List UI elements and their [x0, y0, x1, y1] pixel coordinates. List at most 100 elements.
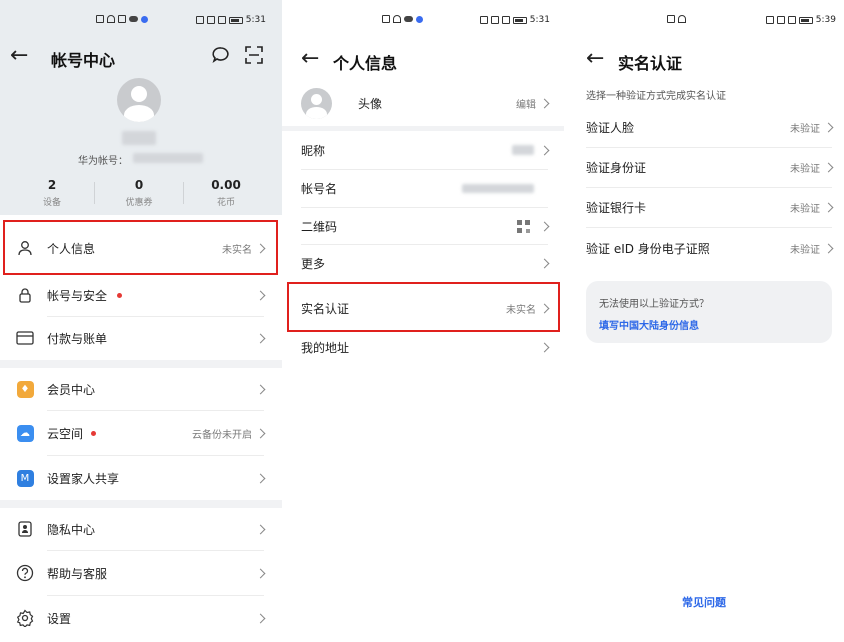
menu-label: 设置: [47, 611, 72, 626]
method-idcard[interactable]: 验证身份证 未验证: [564, 148, 844, 187]
menu-label: 帮助与客服: [47, 566, 108, 581]
method-status: 未验证: [790, 204, 820, 215]
account-label: 华为帐号：: [78, 156, 128, 167]
nickname-blurred: [512, 145, 534, 155]
stat-coupons[interactable]: 0 优惠券: [106, 178, 172, 208]
method-label: 验证人脸: [586, 121, 635, 135]
lock-icon: [16, 286, 34, 304]
menu-label: 设置家人共享: [47, 471, 120, 486]
menu-label: 会员中心: [47, 382, 96, 397]
status-bar: 5:31: [0, 0, 282, 40]
back-arrow-icon[interactable]: ←: [586, 48, 604, 70]
status-time: 5:31: [529, 15, 550, 25]
page-title: 帐号中心: [51, 51, 116, 70]
realname-verification-screen: 5:39 ← 实名认证 选择一种验证方式完成实名认证 验证人脸 未验证 验证身份…: [564, 0, 844, 642]
chevron-right-icon: [255, 613, 266, 623]
status-bar: 5:39: [564, 0, 844, 40]
faq-link[interactable]: 常见问题: [564, 594, 844, 610]
method-status: 未验证: [790, 244, 820, 256]
menu-label: 隐私中心: [47, 522, 96, 537]
menu-settings[interactable]: 设置: [0, 596, 282, 640]
vip-icon: ♦: [16, 380, 34, 398]
menu-privacy[interactable]: 隐私中心: [0, 508, 282, 550]
avatar[interactable]: [117, 78, 161, 122]
menu-family-sharing[interactable]: M 设置家人共享: [0, 456, 282, 500]
status-time: 5:39: [815, 15, 836, 25]
status-icons-right: 5:31: [479, 15, 550, 25]
status-icons-left: [96, 15, 148, 23]
account-id-blurred: [133, 153, 203, 163]
menu-label: 帐号与安全: [47, 288, 108, 303]
chevron-right-icon: [539, 145, 550, 155]
chevron-right-icon: [255, 333, 266, 343]
status-icons-right: 5:31: [195, 15, 266, 25]
menu-member-center[interactable]: ♦ 会员中心: [0, 368, 282, 410]
page-title: 实名认证: [618, 54, 683, 73]
status-icons-left: [382, 15, 423, 23]
qrcode-icon: [517, 219, 530, 233]
row-avatar[interactable]: 头像 编辑: [282, 82, 564, 124]
row-value: 编辑: [516, 99, 536, 111]
scan-icon[interactable]: [245, 46, 263, 64]
chevron-right-icon: [539, 98, 550, 108]
row-label: 昵称: [301, 143, 326, 158]
menu-account-security[interactable]: 帐号与安全: [0, 273, 282, 317]
row-account-name[interactable]: 帐号名: [282, 170, 564, 207]
chevron-right-icon: [539, 258, 550, 269]
chevron-right-icon: [255, 384, 266, 394]
page-title: 个人信息: [333, 54, 398, 73]
chevron-right-icon: [823, 122, 834, 133]
back-arrow-icon[interactable]: ←: [301, 48, 319, 70]
row-address[interactable]: 我的地址: [282, 330, 564, 364]
menu-value: 云备份未开启: [192, 429, 252, 441]
row-label: 更多: [301, 257, 326, 271]
highlight-box: [3, 220, 278, 275]
chevron-right-icon: [823, 202, 834, 213]
avatar: [301, 88, 332, 119]
fill-id-info-link[interactable]: 填写中国大陆身份信息: [599, 317, 699, 332]
alternative-question: 无法使用以上验证方式？: [599, 299, 709, 310]
status-icons-right: 5:39: [765, 15, 836, 25]
menu-payment[interactable]: 付款与账单: [0, 317, 282, 359]
chevron-right-icon: [823, 162, 834, 173]
highlight-box: [287, 282, 560, 332]
method-label: 验证 eID 身份电子证照: [586, 241, 710, 256]
help-icon: [16, 564, 34, 582]
notification-dot: [117, 292, 122, 298]
chevron-right-icon: [823, 243, 834, 253]
method-eid[interactable]: 验证 eID 身份电子证照 未验证: [564, 228, 844, 268]
card-icon: [16, 329, 34, 347]
status-time: 5:31: [245, 15, 266, 25]
method-label: 验证银行卡: [586, 201, 647, 215]
account-name-blurred: [462, 184, 534, 193]
row-nickname[interactable]: 昵称: [282, 131, 564, 169]
method-face[interactable]: 验证人脸 未验证: [564, 108, 844, 147]
settings-icon: [16, 609, 34, 627]
row-label: 我的地址: [301, 340, 350, 355]
menu-label: 付款与账单: [47, 331, 108, 346]
chevron-right-icon: [255, 428, 266, 438]
method-status: 未验证: [790, 164, 820, 175]
menu-help[interactable]: 帮助与客服: [0, 551, 282, 595]
username-blurred: [122, 131, 156, 145]
method-bankcard[interactable]: 验证银行卡 未验证: [564, 188, 844, 227]
menu-cloud[interactable]: ☁ 云空间 云备份未开启: [0, 411, 282, 455]
row-qrcode[interactable]: 二维码: [282, 208, 564, 244]
back-arrow-icon[interactable]: ←: [10, 45, 28, 67]
chat-bubble-icon[interactable]: [212, 46, 230, 64]
stat-devices[interactable]: 2 设备: [19, 178, 85, 208]
stat-coins[interactable]: 0.00 花币: [193, 178, 259, 208]
status-bar: 5:31: [282, 0, 564, 40]
row-label: 头像: [358, 96, 383, 111]
status-icons-left: [667, 15, 686, 23]
chevron-right-icon: [255, 473, 266, 483]
subtitle: 选择一种验证方式完成实名认证: [586, 91, 726, 102]
method-status: 未验证: [790, 124, 820, 135]
section-gap: [0, 500, 282, 508]
personal-info-screen: 5:31 ← 个人信息 头像 编辑 昵称 帐号名 二维码 更多 实名认证 未实名: [282, 0, 564, 642]
cloud-icon: ☁: [16, 424, 34, 442]
chevron-right-icon: [255, 524, 266, 534]
row-label: 二维码: [301, 219, 338, 234]
row-more[interactable]: 更多: [282, 245, 564, 282]
chevron-right-icon: [539, 342, 550, 352]
